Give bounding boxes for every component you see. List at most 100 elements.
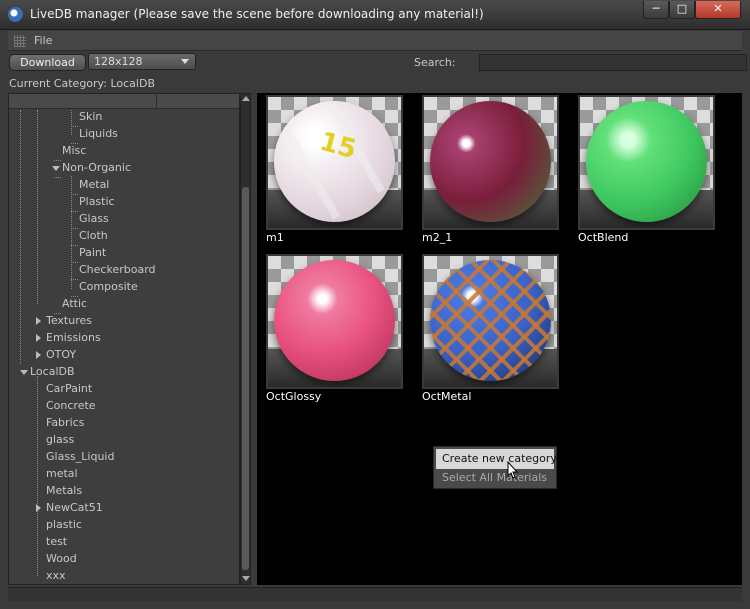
thumbnail-size-value: 128x128 [94,55,143,68]
tree-item-textures[interactable]: Textures [36,313,92,329]
tree-item-glass-liquid[interactable]: Glass_Liquid [46,449,114,465]
material-thumbnail[interactable] [422,95,559,230]
context-menu: Create new category Select All Materials [433,446,557,489]
tree-line [20,110,21,364]
material-tile-m1[interactable]: 15 m1 [266,95,403,247]
material-name: OctMetal [422,390,472,403]
material-sphere [430,260,551,381]
tree-header-column[interactable] [157,94,239,109]
material-thumbnail[interactable] [266,254,403,389]
tree-line [54,160,61,161]
chevron-down-icon [181,59,189,64]
expand-arrow-icon[interactable] [52,166,60,171]
menu-file[interactable]: File [34,34,52,47]
tree-item-plastic-lower[interactable]: plastic [46,517,82,533]
material-thumbnail[interactable]: 15 [266,95,403,230]
expand-arrow-icon[interactable] [20,370,28,375]
tree-line [71,126,78,127]
scroll-down-arrow-icon[interactable] [242,576,250,581]
maximize-icon: □ [676,2,688,15]
expand-arrow-icon[interactable] [36,317,41,325]
download-button[interactable]: Download [9,54,86,71]
tree-item-non-organic[interactable]: Non-Organic [52,160,131,176]
close-button[interactable]: ✕ [695,1,741,19]
tree-item-liquids[interactable]: Liquids [79,126,118,142]
expand-arrow-icon[interactable] [36,351,41,359]
material-name: OctBlend [578,231,629,244]
tree-item-plastic[interactable]: Plastic [79,194,115,210]
tree-item-newcat51[interactable]: NewCat51 [36,500,103,516]
tree-line [71,279,78,280]
material-name: m2_1 [422,231,453,244]
tree-item-attic[interactable]: Attic [62,296,87,312]
menu-grip-icon [14,35,26,47]
search-input[interactable] [479,54,747,71]
material-thumbnail[interactable] [422,254,559,389]
minimize-button[interactable]: ─ [643,1,669,19]
app-logo-icon [8,7,23,22]
menu-item-select-all-materials[interactable]: Select All Materials [436,469,554,487]
expand-arrow-icon[interactable] [36,334,41,342]
thumbnail-size-select[interactable]: 128x128 [88,53,196,70]
tree-item-xxx[interactable]: xxx [46,568,66,584]
material-grid[interactable]: 15 m1 m2_1 OctBlend OctGlossy OctMetal [257,93,742,585]
tree-item-carpaint[interactable]: CarPaint [46,381,92,397]
tree-item-concrete[interactable]: Concrete [46,398,96,414]
tree-header-column[interactable] [9,94,157,109]
tree-item-test[interactable]: test [46,534,67,550]
tree-line [71,211,78,212]
window-title: LiveDB manager (Please save the scene be… [30,7,484,21]
material-name: m1 [266,231,284,244]
category-tree: Skin Liquids Misc Non-Organic Metal Plas… [8,93,240,585]
tree-item-localdb[interactable]: LocalDB [20,364,75,380]
tree-item-glass-lower[interactable]: glass [46,432,74,448]
material-tile-octblend[interactable]: OctBlend [578,95,715,247]
search-label: Search: [414,56,456,69]
tree-line [37,376,38,576]
status-bar [8,587,742,601]
toolbar: Download 128x128 Search: [8,52,747,74]
current-category-label: Current Category: LocalDB [9,77,155,90]
menu-item-create-new-category[interactable]: Create new category [436,449,557,469]
tree-scrollbar[interactable] [240,93,251,585]
tree-line [71,228,78,229]
tree-line [71,245,78,246]
material-tile-m2-1[interactable]: m2_1 [422,95,559,247]
tree-item-wood[interactable]: Wood [46,551,77,567]
material-tile-octmetal[interactable]: OctMetal [422,254,559,406]
tree-item-composite[interactable]: Composite [79,279,138,295]
tree-item-paint[interactable]: Paint [79,245,106,261]
tree-line [71,194,78,195]
tree-item-metals[interactable]: Metals [46,483,82,499]
scrollbar-thumb[interactable] [242,187,249,570]
menu-bar: File [8,31,742,51]
tree-header [9,94,239,109]
minimize-icon: ─ [652,2,660,15]
material-thumbnail[interactable] [578,95,715,230]
material-sphere: 15 [274,101,395,222]
material-sphere [430,101,551,222]
tree-item-skin[interactable]: Skin [79,109,102,125]
tree-item-glass[interactable]: Glass [79,211,109,227]
material-sphere [274,260,395,381]
tree-line [71,110,72,135]
close-icon: ✕ [713,2,723,15]
tree-line [71,262,78,263]
tree-item-cloth[interactable]: Cloth [79,228,108,244]
expand-arrow-icon[interactable] [36,504,41,512]
tree-item-metal-lower[interactable]: metal [46,466,78,482]
tree-line [37,110,38,304]
scroll-up-arrow-icon[interactable] [242,96,250,101]
tree-item-metal[interactable]: Metal [79,177,109,193]
title-bar: LiveDB manager (Please save the scene be… [0,0,750,30]
material-tile-octglossy[interactable]: OctGlossy [266,254,403,406]
tree-item-otoy[interactable]: OTOY [36,347,76,363]
mouse-cursor-icon [507,461,519,479]
material-name: OctGlossy [266,390,322,403]
tree-item-fabrics[interactable]: Fabrics [46,415,84,431]
tree-item-emissions[interactable]: Emissions [36,330,101,346]
maximize-button[interactable]: □ [669,1,695,19]
material-sphere [586,101,707,222]
tree-item-checkerboard[interactable]: Checkerboard [79,262,156,278]
tree-item-misc[interactable]: Misc [62,143,86,159]
